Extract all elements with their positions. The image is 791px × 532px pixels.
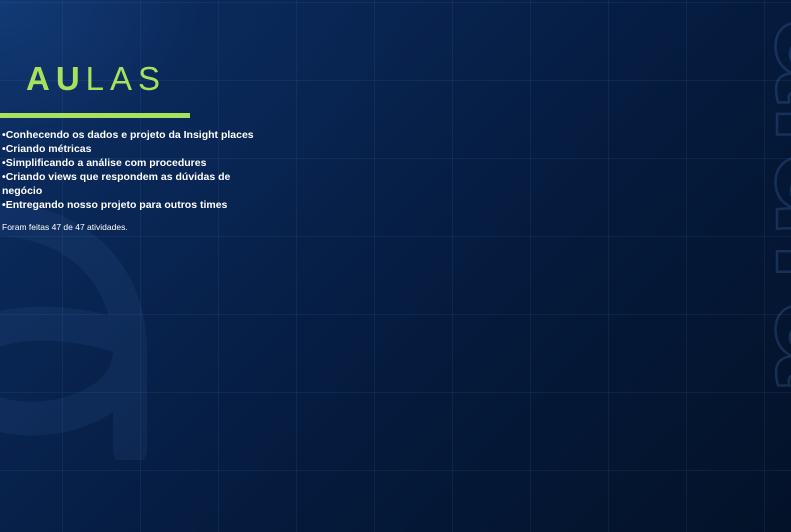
- title-underline: [0, 113, 190, 118]
- lesson-item: Criando views que respondem as dúvidas d…: [2, 170, 258, 198]
- lesson-item: Entregando nosso projeto para outros tim…: [2, 198, 258, 212]
- lesson-item: Conhecendo os dados e projeto da Insight…: [2, 128, 258, 142]
- lesson-item: Criando métricas: [2, 142, 258, 156]
- alura-watermark: alura: [744, 17, 791, 388]
- background-letter-decoration: [0, 202, 147, 460]
- alura-watermark-text: alura: [745, 18, 791, 387]
- page-title-light: LAS: [85, 60, 167, 97]
- page-title-bold: AU: [26, 60, 86, 97]
- activities-summary: Foram feitas 47 de 47 atividades.: [2, 222, 128, 232]
- lesson-list: Conhecendo os dados e projeto da Insight…: [2, 128, 258, 212]
- lesson-item: Simplificando a análise com procedures: [2, 156, 258, 170]
- page-title: AULAS: [26, 58, 166, 100]
